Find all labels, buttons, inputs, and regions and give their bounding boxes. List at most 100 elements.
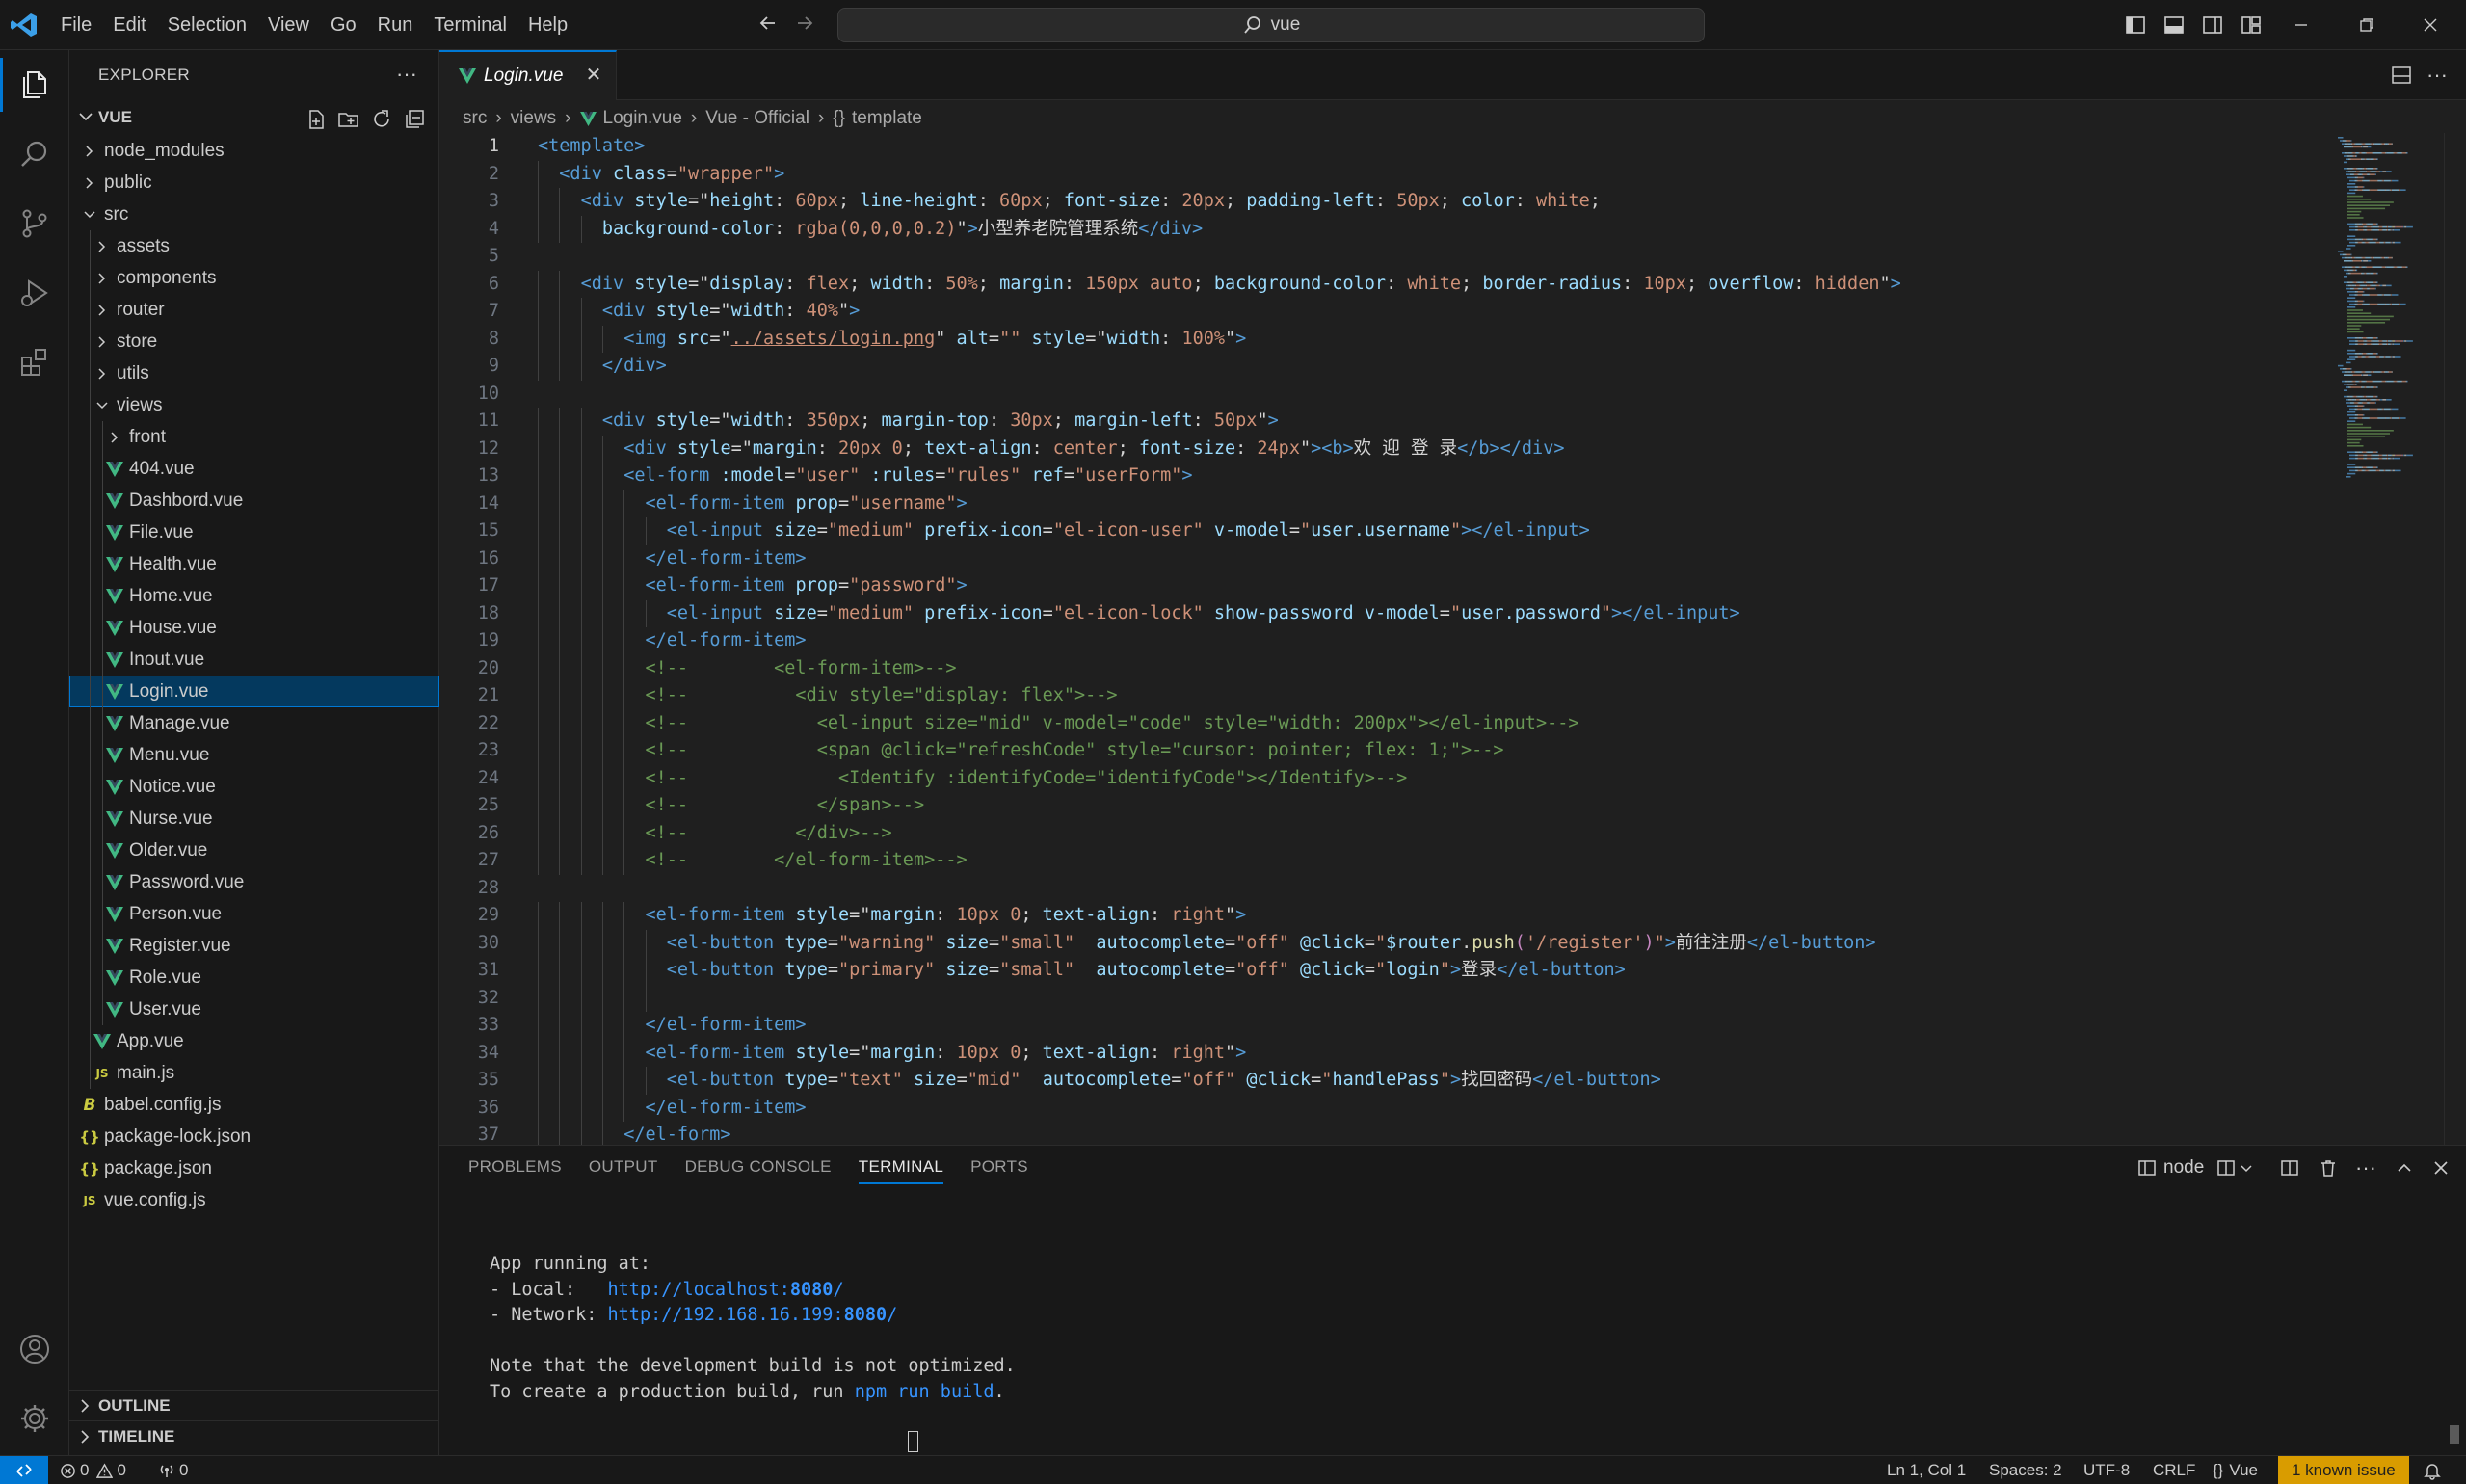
new-file-icon[interactable] <box>305 108 328 131</box>
tree-folder[interactable]: assets <box>69 230 439 262</box>
close-window-icon[interactable] <box>2396 0 2465 50</box>
tree-file[interactable]: Login.vue <box>69 676 439 707</box>
tree-file[interactable]: Manage.vue <box>69 707 439 739</box>
editor-scrollbar[interactable] <box>2444 133 2457 1145</box>
tree-file[interactable]: Password.vue <box>69 866 439 898</box>
kill-terminal-trash-icon[interactable] <box>2319 1155 2338 1180</box>
menu-run[interactable]: Run <box>367 11 424 40</box>
menu-edit[interactable]: Edit <box>102 11 156 40</box>
tree-folder[interactable]: router <box>69 294 439 326</box>
menu-go[interactable]: Go <box>320 11 367 40</box>
terminal-scrollbar[interactable] <box>2450 1425 2459 1444</box>
tab-problems[interactable]: PROBLEMS <box>468 1157 562 1184</box>
extensions-icon[interactable] <box>13 341 56 384</box>
menu-file[interactable]: File <box>50 11 102 40</box>
tree-file[interactable]: Bbabel.config.js <box>69 1089 439 1121</box>
tab-terminal[interactable]: TERMINAL <box>858 1157 944 1184</box>
tree-folder[interactable]: public <box>69 167 439 199</box>
indentation[interactable]: Spaces: 2 <box>1989 1456 2062 1484</box>
encoding[interactable]: UTF-8 <box>2083 1456 2130 1484</box>
panel-more-actions-icon[interactable]: ··· <box>2355 1155 2376 1180</box>
breadcrumb-file[interactable]: Login.vue <box>603 108 682 129</box>
new-terminal-split-icon[interactable] <box>2280 1155 2299 1180</box>
tree-folder[interactable]: front <box>69 421 439 453</box>
known-issue-badge[interactable]: 1 known issue <box>2278 1456 2409 1484</box>
network-url[interactable]: http://192.168.16.199:8080/ <box>608 1305 898 1325</box>
timeline-section[interactable]: TIMELINE <box>69 1420 439 1451</box>
breadcrumb-views[interactable]: views <box>511 108 557 129</box>
menu-view[interactable]: View <box>257 11 320 40</box>
refresh-icon[interactable] <box>370 108 393 131</box>
tree-file[interactable]: Inout.vue <box>69 644 439 676</box>
editor-more-actions-icon[interactable]: ··· <box>2426 64 2450 87</box>
tree-folder[interactable]: node_modules <box>69 135 439 167</box>
tree-folder[interactable]: components <box>69 262 439 294</box>
problems-status[interactable]: 0 0 <box>60 1456 126 1484</box>
tree-file[interactable]: App.vue <box>69 1025 439 1057</box>
tree-file[interactable]: Nurse.vue <box>69 803 439 835</box>
end-of-line[interactable]: CRLF <box>2153 1456 2195 1484</box>
maximize-panel-icon[interactable] <box>2396 1155 2413 1180</box>
collapse-all-icon[interactable] <box>403 108 426 131</box>
run-debug-icon[interactable] <box>13 272 56 314</box>
tree-file[interactable]: {} package-lock.json <box>69 1121 439 1153</box>
close-tab-icon[interactable]: ✕ <box>584 66 603 85</box>
source-control-icon[interactable] <box>13 202 56 245</box>
breadcrumb-src[interactable]: src <box>463 108 487 129</box>
tree-file[interactable]: Notice.vue <box>69 771 439 803</box>
ports-status[interactable]: 0 <box>158 1456 188 1484</box>
breadcrumb-symbol[interactable]: template <box>852 108 922 129</box>
menu-selection[interactable]: Selection <box>157 11 257 40</box>
tree-folder[interactable]: store <box>69 326 439 358</box>
tree-file[interactable]: Menu.vue <box>69 739 439 771</box>
terminal-output[interactable]: App running at: - Local: http://localhos… <box>490 1252 1016 1405</box>
tree-folder[interactable]: utils <box>69 358 439 389</box>
explorer-icon[interactable] <box>13 64 56 106</box>
split-editor-icon[interactable] <box>2390 64 2413 87</box>
tree-file[interactable]: User.vue <box>69 994 439 1025</box>
tree-file[interactable]: JS vue.config.js <box>69 1184 439 1216</box>
tab-ports[interactable]: PORTS <box>970 1157 1028 1184</box>
tree-file[interactable]: Dashbord.vue <box>69 485 439 517</box>
customize-layout-icon[interactable] <box>2240 13 2263 37</box>
code-editor[interactable]: 1 <template> 2 <div class="wrapper"> 3 <div s… <box>439 133 2328 1145</box>
tree-file[interactable]: 404.vue <box>69 453 439 485</box>
more-actions-icon[interactable]: ··· <box>396 62 417 87</box>
tree-folder[interactable]: src <box>69 199 439 230</box>
accounts-icon[interactable] <box>13 1328 56 1370</box>
toggle-panel-icon[interactable] <box>2162 13 2186 37</box>
outline-section[interactable]: OUTLINE <box>69 1390 439 1420</box>
command-center-search[interactable]: vue <box>837 8 1705 42</box>
back-arrow-icon[interactable] <box>756 13 781 38</box>
remote-indicator-button[interactable] <box>0 1456 48 1484</box>
terminal-instance-selector[interactable]: node <box>2137 1155 2204 1180</box>
breadcrumb-language[interactable]: Vue - Official <box>705 108 809 129</box>
tree-file[interactable]: House.vue <box>69 612 439 644</box>
tree-file[interactable]: Person.vue <box>69 898 439 930</box>
menu-help[interactable]: Help <box>517 11 578 40</box>
toggle-primary-sidebar-icon[interactable] <box>2124 13 2147 37</box>
language-mode[interactable]: {} Vue <box>2213 1456 2258 1484</box>
folder-header[interactable]: VUE <box>69 102 439 133</box>
tree-file[interactable]: JS main.js <box>69 1057 439 1089</box>
toggle-secondary-sidebar-icon[interactable] <box>2201 13 2224 37</box>
tree-file[interactable]: Health.vue <box>69 548 439 580</box>
close-panel-icon[interactable] <box>2432 1155 2450 1180</box>
tree-file[interactable]: Home.vue <box>69 580 439 612</box>
menu-terminal[interactable]: Terminal <box>423 11 517 40</box>
tree-file[interactable]: Register.vue <box>69 930 439 962</box>
forward-arrow-icon[interactable] <box>792 13 817 38</box>
tree-file[interactable]: Older.vue <box>69 835 439 866</box>
gear-icon[interactable] <box>13 1397 56 1440</box>
cursor-position[interactable]: Ln 1, Col 1 <box>1887 1456 1966 1484</box>
notifications-bell-icon[interactable] <box>2423 1456 2442 1484</box>
tab-debug-console[interactable]: DEBUG CONSOLE <box>685 1157 832 1184</box>
restore-window-icon[interactable] <box>2332 0 2401 50</box>
tree-folder[interactable]: views <box>69 389 439 421</box>
tree-file[interactable]: {} package.json <box>69 1153 439 1184</box>
tree-file[interactable]: Role.vue <box>69 962 439 994</box>
tree-file[interactable]: File.vue <box>69 517 439 548</box>
local-url[interactable]: http://localhost:8080/ <box>608 1280 844 1300</box>
search-icon[interactable] <box>13 133 56 175</box>
minimize-window-icon[interactable] <box>2267 0 2336 50</box>
